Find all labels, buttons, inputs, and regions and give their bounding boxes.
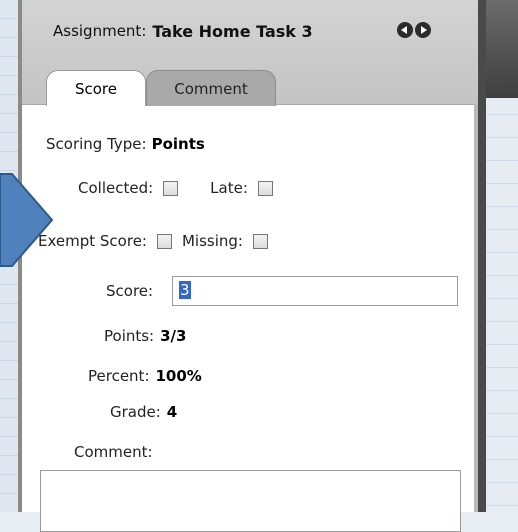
scoring-type-row: Scoring Type: Points [46, 135, 205, 153]
collected-label: Collected: [78, 179, 154, 197]
score-row: Score: [106, 282, 153, 300]
panel-right-border [474, 104, 478, 512]
tab-score-label: Score [74, 79, 117, 98]
comment-row: Comment: [74, 443, 153, 461]
grade-value: 4 [166, 403, 178, 421]
missing-checkbox[interactable] [252, 233, 268, 249]
points-label: Points: [104, 327, 155, 345]
late-label: Late: [210, 179, 248, 197]
scoring-type-value: Points [151, 135, 205, 153]
missing-label: Missing: [181, 232, 243, 250]
callout-arrow-icon [0, 173, 54, 267]
assignment-name: Take Home Task 3 [152, 21, 313, 41]
comment-label: Comment: [74, 443, 153, 461]
score-label: Score: [106, 282, 154, 300]
points-row: Points: 3/3 [104, 327, 186, 345]
late-checkbox[interactable] [257, 180, 273, 196]
scoring-type-label: Scoring Type: [46, 135, 147, 153]
collected-row: Collected: Late: [78, 179, 273, 197]
collected-checkbox[interactable] [163, 180, 179, 196]
tab-comment-label: Comment [174, 79, 248, 98]
window-right-header [486, 0, 518, 98]
score-panel: Assignment: Take Home Task 3 Comment Sco… [22, 0, 478, 532]
next-assignment-button[interactable] [415, 22, 431, 38]
grade-label: Grade: [110, 403, 161, 421]
points-value: 3/3 [160, 327, 187, 345]
comment-textarea[interactable] [40, 470, 461, 532]
window-right-edge [478, 0, 486, 512]
exempt-row: Exempt Score: Missing: [38, 232, 268, 250]
grade-row: Grade: 4 [110, 403, 177, 421]
score-input-value: 3 [179, 281, 191, 299]
assignment-row: Assignment: Take Home Task 3 [53, 20, 313, 42]
score-input[interactable]: 3 [172, 276, 458, 306]
percent-value: 100% [155, 367, 202, 385]
tab-score[interactable]: Score [46, 70, 146, 106]
tab-comment[interactable]: Comment [146, 70, 276, 106]
panel-header: Assignment: Take Home Task 3 Comment Sco… [22, 0, 478, 106]
percent-row: Percent: 100% [88, 367, 202, 385]
previous-assignment-button[interactable] [397, 22, 413, 38]
exempt-score-checkbox[interactable] [156, 233, 172, 249]
assignment-label: Assignment: [53, 22, 147, 40]
percent-label: Percent: [88, 367, 150, 385]
